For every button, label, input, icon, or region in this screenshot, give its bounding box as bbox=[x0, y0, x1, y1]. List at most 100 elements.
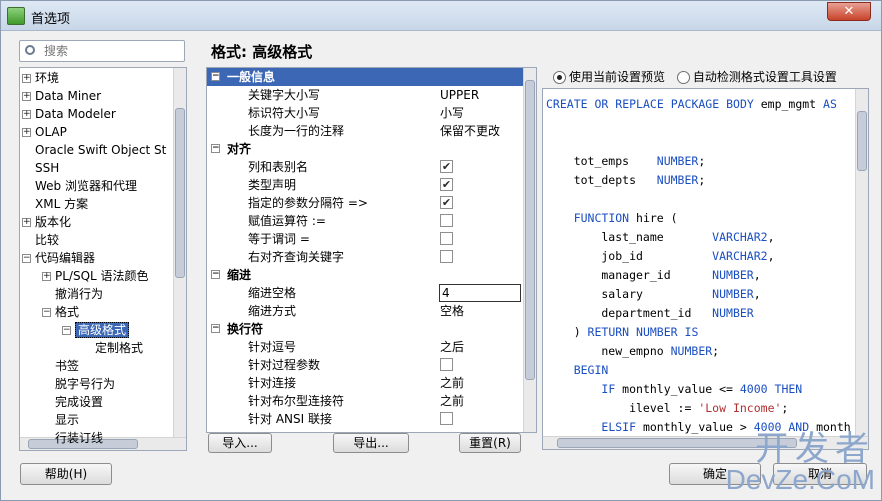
collapse-icon[interactable]: − bbox=[211, 144, 220, 153]
collapse-icon[interactable]: − bbox=[211, 72, 220, 81]
setting-label: 针对逗号 bbox=[248, 340, 297, 354]
setting-label: 关键字大小写 bbox=[248, 88, 321, 102]
left-panel: + 环境 + Data Miner + Data Modeler + OLAP Oracle S… bbox=[13, 38, 191, 454]
setting-number-input[interactable]: 4 bbox=[439, 284, 521, 302]
settings-vertical-scrollbar[interactable] bbox=[523, 68, 536, 432]
setting-label: 等于谓词 = bbox=[248, 232, 310, 246]
setting-checkbox[interactable] bbox=[440, 358, 453, 371]
preview-vertical-scrollbar-thumb[interactable] bbox=[857, 111, 867, 171]
tree-item[interactable]: 显示 bbox=[42, 411, 79, 429]
tree-item-label: 代码编辑器 bbox=[35, 251, 96, 265]
tree-item[interactable]: + Data Miner bbox=[22, 87, 101, 105]
setting-label: 针对过程参数 bbox=[248, 358, 321, 372]
settings-group-header[interactable]: − 换行符 bbox=[207, 320, 523, 338]
settings-row: 右对齐查询关键字 bbox=[207, 248, 523, 266]
export-button[interactable]: 导出... bbox=[333, 433, 409, 453]
reset-button[interactable]: 重置(R) bbox=[459, 433, 521, 453]
tree-item[interactable]: + 版本化 bbox=[22, 213, 71, 231]
setting-value-dropdown[interactable]: 之前 bbox=[440, 374, 464, 392]
tree-item[interactable]: − 格式 bbox=[42, 303, 79, 321]
settings-row: 针对连接 之前 bbox=[207, 374, 523, 392]
tree-item-label: Data Miner bbox=[35, 89, 102, 103]
tree-item[interactable]: + OLAP bbox=[22, 123, 67, 141]
radio-empty-icon bbox=[676, 71, 690, 84]
setting-value-dropdown[interactable]: 空格 bbox=[440, 302, 464, 320]
tree-item-label: 高级格式 bbox=[75, 322, 130, 338]
search-box[interactable] bbox=[19, 40, 185, 62]
setting-checkbox[interactable]: ✔ bbox=[440, 196, 453, 209]
import-button[interactable]: 导入... bbox=[208, 433, 272, 453]
tree-item[interactable]: + 环境 bbox=[22, 69, 59, 87]
tree-item[interactable]: − 高级格式 bbox=[62, 321, 130, 339]
tree-item[interactable]: 完成设置 bbox=[42, 393, 103, 411]
tree-item[interactable]: 比较 bbox=[22, 231, 59, 249]
expand-icon[interactable]: + bbox=[22, 218, 31, 227]
setting-checkbox[interactable] bbox=[440, 412, 453, 425]
tree-item-label: 格式 bbox=[55, 305, 80, 319]
tree-item-label: 书签 bbox=[55, 359, 80, 373]
settings-row: 针对 ANSI 联接 bbox=[207, 410, 523, 428]
collapse-icon[interactable]: − bbox=[62, 326, 71, 335]
tree-item[interactable]: Web 浏览器和代理 bbox=[22, 177, 137, 195]
expand-icon[interactable]: + bbox=[42, 272, 51, 281]
settings-row: 指定的参数分隔符 => ✔ bbox=[207, 194, 523, 212]
title-bar[interactable]: 首选项 ✕ bbox=[1, 1, 881, 31]
expand-icon[interactable]: + bbox=[22, 92, 31, 101]
radio-auto-detect[interactable]: 自动检测格式设置工具设置 bbox=[676, 70, 837, 84]
setting-value-dropdown[interactable]: 保留不更改 bbox=[440, 122, 500, 140]
setting-checkbox[interactable]: ✔ bbox=[440, 160, 453, 173]
settings-row: 针对逗号 之后 bbox=[207, 338, 523, 356]
code-preview[interactable]: CREATE OR REPLACE PACKAGE BODY emp_mgmt … bbox=[542, 88, 869, 450]
preferences-dialog: 首选项 ✕ + 环境 + Data Miner + Data Modeler + OLAP Or… bbox=[0, 0, 882, 501]
tree-vertical-scrollbar-thumb[interactable] bbox=[175, 108, 185, 278]
close-button[interactable]: ✕ bbox=[827, 2, 871, 21]
setting-checkbox[interactable] bbox=[440, 232, 453, 245]
tree-vertical-scrollbar[interactable] bbox=[173, 68, 186, 438]
setting-value-dropdown[interactable]: 之后 bbox=[440, 338, 464, 356]
tree-item[interactable]: 脱字号行为 bbox=[42, 375, 115, 393]
settings-row: 长度为一行的注释 保留不更改 bbox=[207, 122, 523, 140]
tree-item[interactable]: SSH bbox=[22, 159, 59, 177]
setting-checkbox[interactable] bbox=[440, 214, 453, 227]
settings-group-header[interactable]: − 对齐 bbox=[207, 140, 523, 158]
settings-group-title: 一般信息 bbox=[227, 70, 276, 84]
setting-label: 针对连接 bbox=[248, 376, 297, 390]
settings-row: 针对过程参数 bbox=[207, 356, 523, 374]
setting-label: 缩进方式 bbox=[248, 304, 297, 318]
tree-item[interactable]: 撤消行为 bbox=[42, 285, 103, 303]
tree-item[interactable]: XML 方案 bbox=[22, 195, 88, 213]
tree-item[interactable]: − 代码编辑器 bbox=[22, 249, 95, 267]
setting-label: 缩进空格 bbox=[248, 286, 297, 300]
setting-checkbox[interactable] bbox=[440, 250, 453, 263]
radio-current-settings[interactable]: 使用当前设置预览 bbox=[553, 70, 665, 84]
expand-icon[interactable]: + bbox=[22, 110, 31, 119]
tree-item[interactable]: 定制格式 bbox=[82, 339, 143, 357]
setting-label: 针对 ANSI 联接 bbox=[248, 412, 332, 426]
expand-icon[interactable]: + bbox=[22, 128, 31, 137]
tree-item[interactable]: + Data Modeler bbox=[22, 105, 116, 123]
setting-value-dropdown[interactable]: 小写 bbox=[440, 104, 464, 122]
settings-group-header[interactable]: − 缩进 bbox=[207, 266, 523, 284]
help-button[interactable]: 帮助(H) bbox=[20, 463, 112, 485]
preferences-tree[interactable]: + 环境 + Data Miner + Data Modeler + OLAP Oracle S… bbox=[19, 67, 187, 451]
settings-group-header[interactable]: − 一般信息 bbox=[207, 68, 523, 86]
settings-vertical-scrollbar-thumb[interactable] bbox=[525, 80, 535, 380]
setting-checkbox[interactable]: ✔ bbox=[440, 178, 453, 191]
collapse-icon[interactable]: − bbox=[42, 308, 51, 317]
setting-value-dropdown[interactable]: UPPER bbox=[440, 86, 479, 104]
tree-item[interactable]: Oracle Swift Object St bbox=[22, 141, 166, 159]
setting-value-dropdown[interactable]: 之前 bbox=[440, 392, 464, 410]
collapse-icon[interactable]: − bbox=[22, 254, 31, 263]
setting-label: 针对布尔型连接符 bbox=[248, 394, 345, 408]
collapse-icon[interactable]: − bbox=[211, 324, 220, 333]
settings-row: 等于谓词 = bbox=[207, 230, 523, 248]
expand-icon[interactable]: + bbox=[22, 74, 31, 83]
tree-item[interactable]: + PL/SQL 语法颜色 bbox=[42, 267, 149, 285]
search-icon bbox=[25, 45, 35, 55]
setting-label: 类型声明 bbox=[248, 178, 297, 192]
search-input[interactable] bbox=[44, 42, 180, 60]
tree-item[interactable]: 书签 bbox=[42, 357, 79, 375]
preview-vertical-scrollbar[interactable] bbox=[855, 89, 868, 437]
collapse-icon[interactable]: − bbox=[211, 270, 220, 279]
tree-item[interactable]: 行装订线 bbox=[42, 429, 103, 447]
